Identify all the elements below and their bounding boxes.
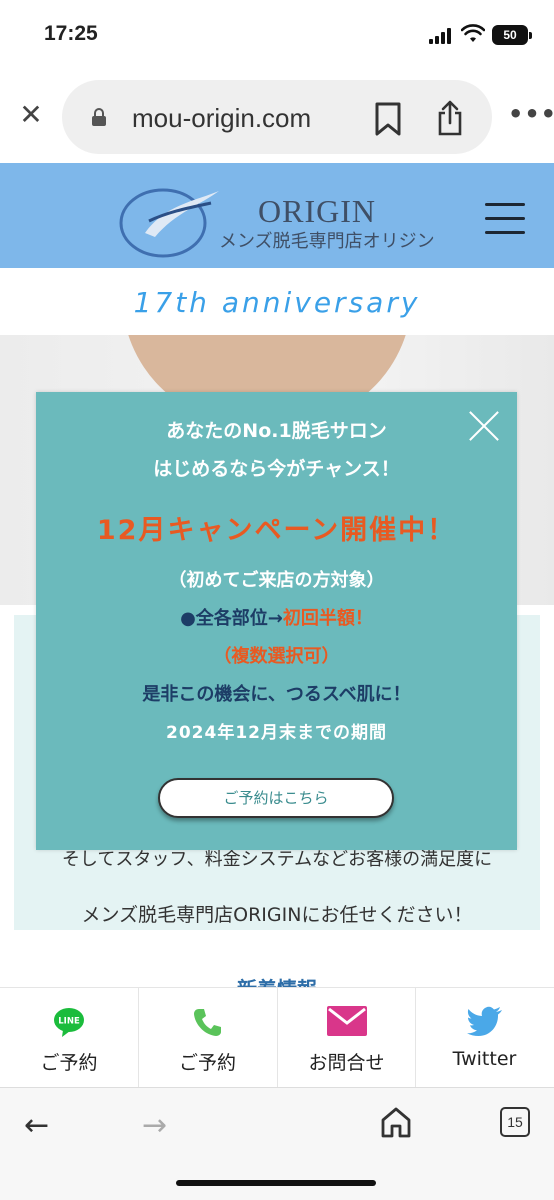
lock-icon (92, 108, 106, 126)
twitter-icon (466, 1006, 502, 1036)
close-icon[interactable]: ✕ (16, 100, 46, 130)
logo-icon[interactable] (115, 183, 225, 258)
campaign-popup: あなたのNo.1脱毛サロン はじめるなら今がチャンス！ 12月キャンペーン開催中… (36, 392, 517, 850)
nav-phone-reserve[interactable]: ご予約 (138, 988, 276, 1088)
site-header: ORIGIN メンズ脱毛専門店オリジン (0, 163, 554, 268)
popup-line-1: あなたのNo.1脱毛サロン (166, 420, 387, 442)
battery-icon: 50 (492, 25, 532, 45)
nav-label: Twitter (452, 1048, 517, 1070)
bottom-nav: LINE ご予約 ご予約 お問合せ Twitter (0, 987, 554, 1088)
mail-icon (326, 1006, 367, 1036)
nav-label: ご予約 (40, 1052, 98, 1074)
status-bar: 17:25 50 (0, 0, 554, 70)
line-icon: LINE (54, 1008, 84, 1037)
popup-line-2: はじめるなら今がチャンス！ (153, 458, 400, 480)
nav-label: お問合せ (308, 1052, 385, 1074)
intro-text-2: メンズ脱毛専門店ORIGINにお任せください！ (81, 904, 473, 926)
bookmark-icon[interactable] (373, 102, 403, 136)
browser-url-row: ✕ mou-origin.com ••• (0, 72, 554, 160)
wifi-icon (461, 24, 485, 42)
share-icon[interactable] (435, 100, 465, 136)
url-text[interactable]: mou-origin.com (132, 103, 311, 134)
more-options-icon[interactable]: ••• (508, 100, 554, 128)
news-heading: 新着情報 (0, 973, 554, 987)
menu-icon[interactable] (485, 199, 525, 239)
address-bar[interactable]: mou-origin.com (62, 80, 492, 154)
campaign-title: 12月キャンペーン開催中！ (96, 515, 457, 546)
svg-text:LINE: LINE (58, 1017, 80, 1027)
logo-subtitle: メンズ脱毛専門店オリジン (219, 231, 435, 252)
popup-slogan: 是非この機会に、つるスベ肌に！ (142, 684, 411, 705)
nav-contact[interactable]: お問合せ (277, 988, 415, 1088)
forward-arrow-icon[interactable]: → (142, 1108, 167, 1143)
back-arrow-icon[interactable]: ← (24, 1108, 49, 1143)
tabs-button[interactable]: 15 (500, 1107, 530, 1137)
popup-period: 2024年12月末までの期間 (166, 723, 387, 743)
logo-name: ORIGIN (258, 193, 376, 229)
anniversary-text: 17th anniversary (133, 286, 421, 319)
nav-label: ご予約 (178, 1052, 236, 1074)
nav-twitter[interactable]: Twitter (415, 988, 553, 1088)
anniversary-banner: 17th anniversary (0, 268, 554, 335)
reserve-button[interactable]: ご予約はこちら (158, 778, 394, 818)
popup-target: （初めてご来店の方対象） (168, 570, 385, 591)
popup-multi: （複数選択可） (213, 646, 340, 667)
clock: 17:25 (44, 22, 98, 45)
nav-line-reserve[interactable]: LINE ご予約 (0, 988, 138, 1088)
signal-icon (429, 28, 455, 44)
home-icon[interactable] (380, 1106, 412, 1138)
popup-offer: ●全各部位→初回半額！ (180, 608, 373, 629)
home-indicator (176, 1180, 376, 1186)
phone-icon (193, 1009, 221, 1036)
